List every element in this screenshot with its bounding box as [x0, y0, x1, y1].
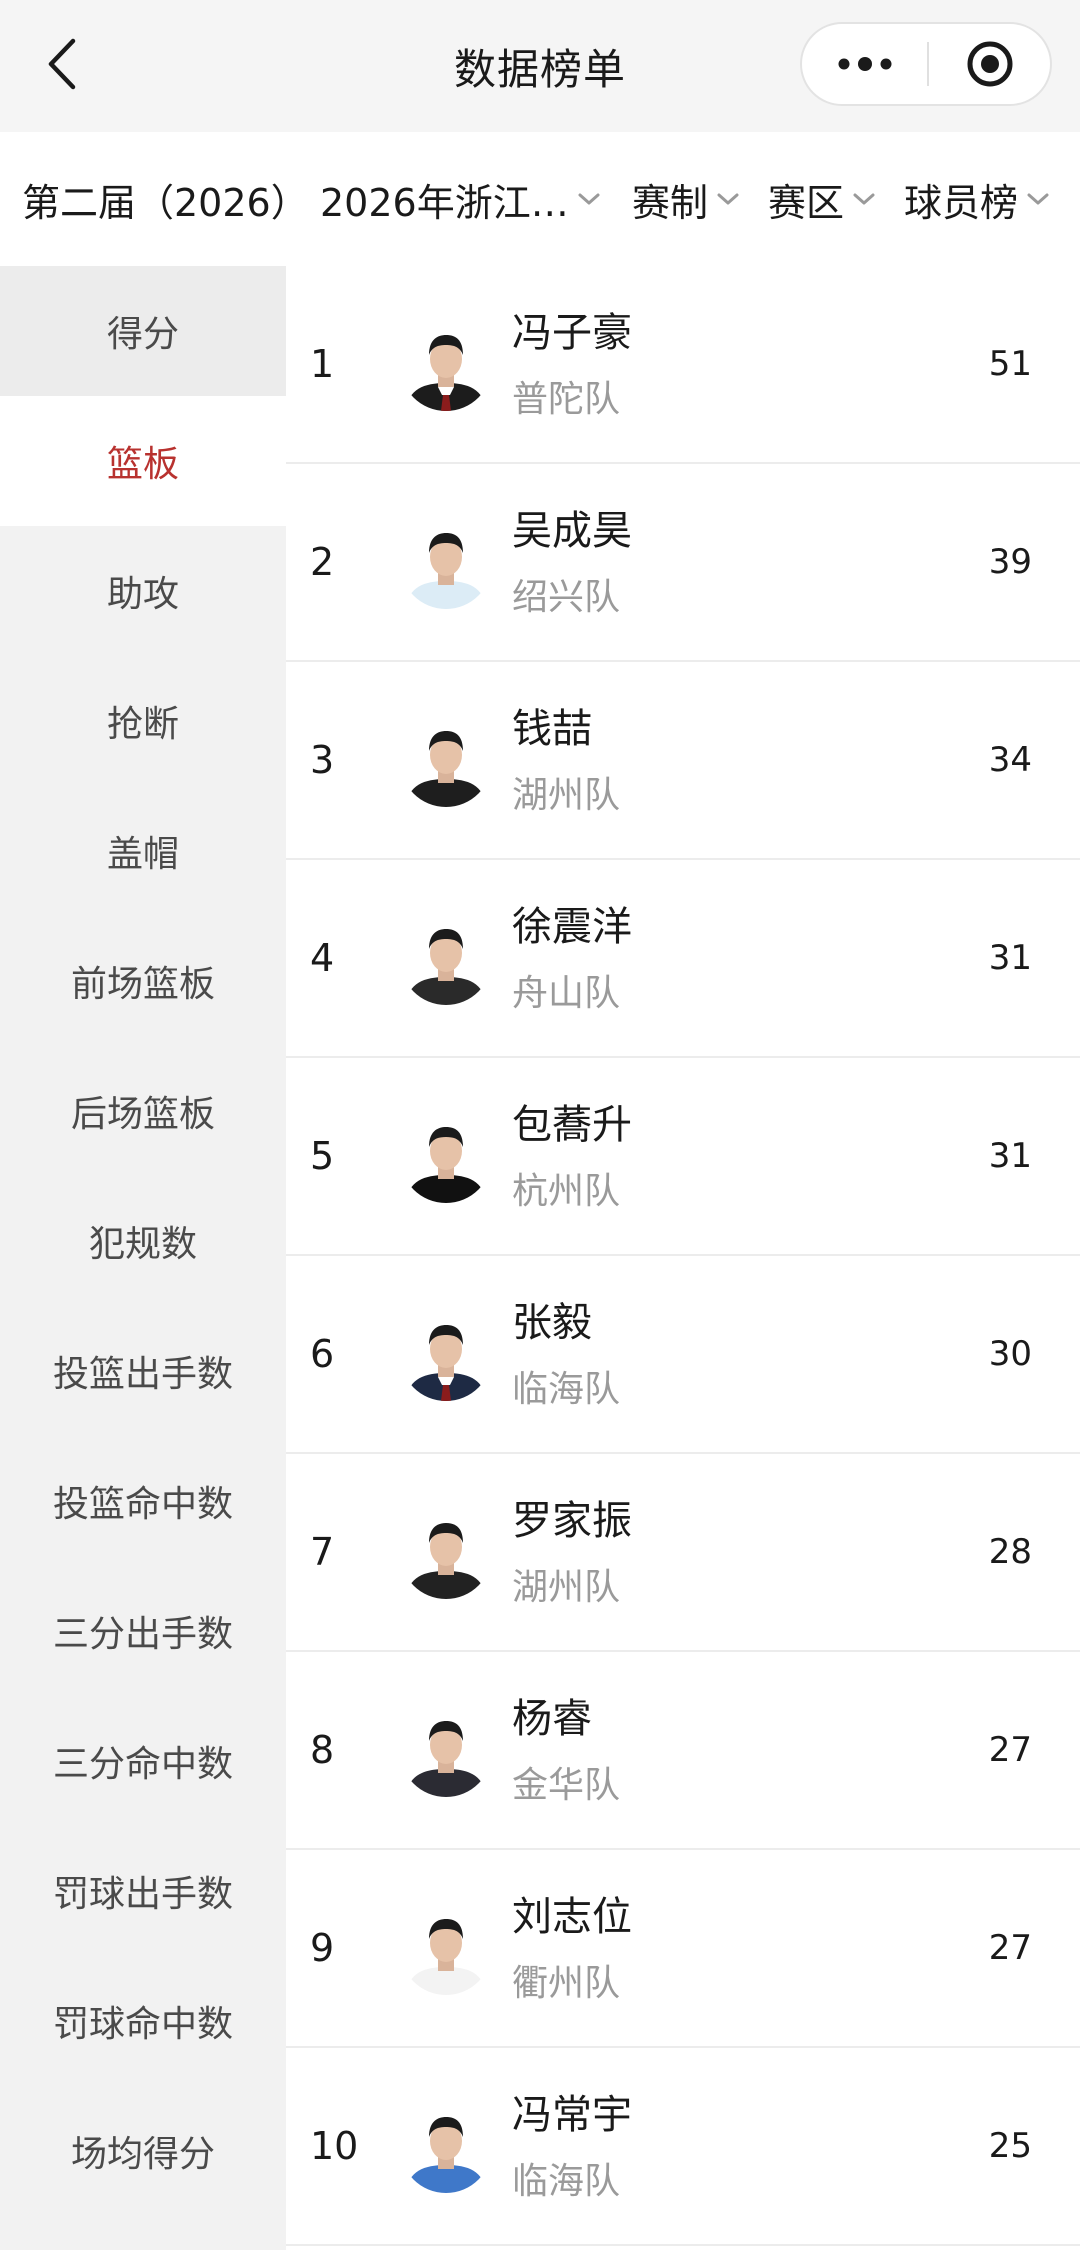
region-filter-label: 赛区 — [768, 180, 845, 225]
rank-number: 6 — [310, 1332, 335, 1376]
table-row[interactable]: 5 包蕎升杭州队 31 — [286, 1058, 1080, 1256]
sidebar-item[interactable]: 前场篮板 — [0, 916, 286, 1046]
table-row[interactable]: 6 张毅临海队 30 — [286, 1256, 1080, 1454]
sidebar-item[interactable]: 篮板 — [0, 396, 286, 526]
sidebar-item[interactable]: 罚球命中数 — [0, 1956, 286, 2086]
team-name: 衢州队 — [512, 1963, 621, 2004]
rank-number: 9 — [310, 1926, 335, 1970]
table-row[interactable]: 7 罗家振湖州队 28 — [286, 1454, 1080, 1652]
close-mini-program-button[interactable] — [929, 24, 1050, 104]
table-row[interactable]: 1 冯子豪普陀队 51 — [286, 266, 1080, 464]
rank-number: 1 — [310, 342, 335, 386]
stat-value: 31 — [988, 938, 1032, 978]
avatar — [400, 319, 492, 411]
league-filter-label: 2026年浙江… — [320, 180, 569, 225]
stat-value: 39 — [988, 542, 1032, 582]
player-name: 刘志位 — [512, 1894, 632, 1940]
player-name: 吴成昊 — [512, 508, 632, 554]
chevron-down-icon — [852, 191, 876, 207]
player-name: 冯子豪 — [512, 310, 632, 356]
sidebar-item[interactable]: 罚球出手数 — [0, 1826, 286, 1956]
table-row[interactable]: 9 刘志位衢州队 27 — [286, 1850, 1080, 2048]
avatar — [400, 1903, 492, 1995]
more-dots-icon — [838, 57, 891, 71]
player-name: 张毅 — [512, 1300, 592, 1346]
sidebar-item[interactable]: 场均得分 — [0, 2086, 286, 2216]
sidebar-item[interactable]: 投篮命中数 — [0, 1436, 286, 1566]
mini-program-capsule — [800, 22, 1052, 106]
sidebar-item[interactable]: 得分 — [0, 266, 286, 396]
more-button[interactable] — [802, 24, 927, 104]
sidebar-item[interactable]: 助攻 — [0, 526, 286, 656]
sidebar-item[interactable]: 三分出手数 — [0, 1566, 286, 1696]
player-name: 徐震洋 — [512, 904, 632, 950]
team-name: 普陀队 — [512, 379, 621, 420]
stat-category-sidebar: 得分 篮板 助攻 抢断 盖帽 前场篮板 后场篮板 犯规数 投篮出手数 投篮命中数 三分出手数 三分命中… — [0, 266, 286, 2250]
league-filter[interactable]: 2026年浙江… — [320, 132, 601, 266]
team-name: 舟山队 — [512, 973, 621, 1014]
team-name: 临海队 — [512, 1369, 621, 1410]
board-filter-label: 球员榜 — [904, 180, 1019, 225]
table-row[interactable]: 2 吴成昊绍兴队 39 — [286, 464, 1080, 662]
stat-value: 25 — [988, 2126, 1032, 2166]
team-name: 湖州队 — [512, 775, 621, 816]
season-filter-label: 第二届（2026） — [22, 180, 309, 225]
region-filter[interactable]: 赛区 — [768, 132, 876, 266]
rank-number: 3 — [310, 738, 335, 782]
avatar — [400, 1507, 492, 1599]
player-ranking-list: 1 冯子豪 普陀队 51 2 吴成昊 绍兴队 39 3 钱喆 湖州队 34 4 徐震洋 舟山队 31 5 包蕎升杭… — [286, 266, 1080, 2250]
board-filter[interactable]: 球员榜 — [904, 132, 1050, 266]
player-name: 冯常宇 — [512, 2092, 632, 2138]
sidebar-item[interactable]: 投篮出手数 — [0, 1306, 286, 1436]
sidebar-item[interactable]: 三分命中数 — [0, 1696, 286, 1826]
rank-number: 10 — [310, 2124, 359, 2168]
team-name: 杭州队 — [512, 1171, 621, 1212]
stat-value: 34 — [988, 740, 1032, 780]
avatar — [400, 1309, 492, 1401]
record-target-icon — [967, 41, 1012, 87]
chevron-down-icon — [1026, 191, 1050, 207]
season-filter[interactable]: 第二届（2026） — [22, 132, 309, 266]
player-name: 包蕎升 — [512, 1102, 632, 1148]
sidebar-item[interactable]: 盖帽 — [0, 786, 286, 916]
rank-number: 2 — [310, 540, 335, 584]
sidebar-item[interactable]: 抢断 — [0, 656, 286, 786]
player-name: 罗家振 — [512, 1498, 632, 1544]
table-row[interactable]: 8 杨睿金华队 27 — [286, 1652, 1080, 1850]
avatar — [400, 2101, 492, 2193]
avatar — [400, 517, 492, 609]
stat-value: 27 — [988, 1730, 1032, 1770]
format-filter-label: 赛制 — [632, 180, 709, 225]
sidebar-item[interactable]: 后场篮板 — [0, 1046, 286, 1176]
rank-number: 7 — [310, 1530, 335, 1574]
table-row[interactable]: 4 徐震洋舟山队 31 — [286, 860, 1080, 1058]
stat-value: 30 — [988, 1334, 1032, 1374]
team-name: 金华队 — [512, 1765, 621, 1806]
chevron-down-icon — [716, 191, 740, 207]
filter-bar: 第二届（2026） 2026年浙江… 赛制 赛区 球员榜 — [0, 132, 1080, 266]
avatar — [400, 715, 492, 807]
player-name: 杨睿 — [512, 1696, 592, 1742]
avatar — [400, 1705, 492, 1797]
team-name: 绍兴队 — [512, 577, 621, 618]
title-bar: 数据榜单 — [0, 0, 1080, 132]
team-name: 临海队 — [512, 2161, 621, 2202]
rank-number: 4 — [310, 936, 335, 980]
stat-value: 31 — [988, 1136, 1032, 1176]
format-filter[interactable]: 赛制 — [632, 132, 740, 266]
team-name: 湖州队 — [512, 1567, 621, 1608]
rank-number: 8 — [310, 1728, 335, 1772]
chevron-down-icon — [577, 191, 601, 207]
rank-number: 5 — [310, 1134, 335, 1178]
sidebar-item[interactable]: 犯规数 — [0, 1176, 286, 1306]
player-name: 钱喆 — [512, 706, 592, 752]
stat-value: 28 — [988, 1532, 1032, 1572]
table-row[interactable]: 10 冯常宇临海队 25 — [286, 2048, 1080, 2246]
table-row[interactable]: 3 钱喆湖州队 34 — [286, 662, 1080, 860]
avatar — [400, 913, 492, 1005]
avatar — [400, 1111, 492, 1203]
stat-value: 27 — [988, 1928, 1032, 1968]
stat-value: 51 — [988, 344, 1032, 384]
